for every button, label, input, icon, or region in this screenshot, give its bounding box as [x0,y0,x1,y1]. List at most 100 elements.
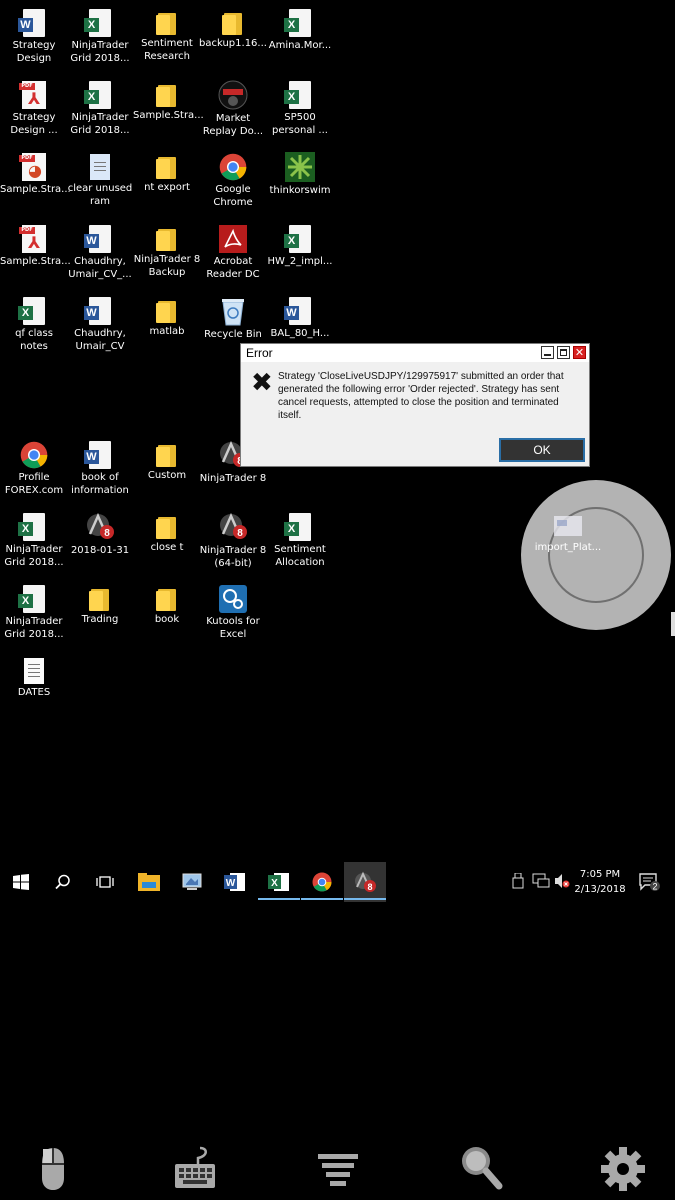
desktop-icon[interactable]: X NinjaTrader Grid 2018... [0,512,68,569]
word-icon: W [224,873,245,891]
desktop-icon-label: NinjaTrader Grid 2018... [4,544,64,568]
usb-icon[interactable] [512,872,524,892]
desktop-icon[interactable]: backup1.16... [199,8,267,50]
task-view-button[interactable] [84,862,126,902]
folder-icon [133,11,201,35]
desktop-icon[interactable]: Recycle Bin [199,296,267,341]
desktop-icon[interactable]: Kutools for Excel [199,584,267,641]
search-button[interactable] [42,862,84,902]
desktop-icon-label: Sample.Stra... [133,110,204,121]
desktop-icon[interactable]: Google Chrome [199,152,267,209]
desktop-icon[interactable]: Sentiment Research [133,8,201,63]
folder-icon [133,155,201,179]
desktop-icon[interactable]: Sample.Stra... [133,80,204,122]
menu-icon[interactable] [313,1142,363,1192]
taskbar-word[interactable]: W [214,862,256,902]
kutools-icon [199,585,267,613]
desktop-icon[interactable]: NinjaTrader 8 Backup [133,224,201,279]
desktop-icon[interactable]: X NinjaTrader Grid 2018... [66,8,134,65]
desktop-icon[interactable]: clear unused ram [66,152,134,208]
desktop-icon[interactable]: X NinjaTrader Grid 2018... [66,80,134,137]
desktop-icon[interactable]: PDF ◕ Sample.Stra... [0,152,71,196]
desktop-icon[interactable]: W Strategy Design [0,8,68,65]
taskbar-excel[interactable]: X [258,862,300,902]
taskbar-chrome[interactable] [301,862,343,902]
pdf-file-icon: PDF ⅄ [0,225,68,253]
desktop-icon[interactable]: X NinjaTrader Grid 2018... [0,584,68,641]
taskbar: W X 8 7:05 PM 2/13/2018 2 [0,862,675,902]
desktop-icon[interactable]: matlab [133,296,201,338]
ok-button[interactable]: OK [499,438,585,462]
settings-gear-icon[interactable] [598,1142,648,1192]
desktop-icon[interactable]: Xqf class notes [0,296,68,353]
action-center-button[interactable]: 2 [628,862,672,902]
desktop-icon[interactable]: X SP500 personal ... [266,80,334,137]
close-button[interactable]: ✕ [573,346,586,359]
desktop-icon-label: Custom [147,470,187,481]
keyboard-icon[interactable] [170,1142,220,1192]
floating-button-label: import_Plat... [534,542,602,553]
search-icon [55,874,70,890]
mouse-icon[interactable] [28,1142,78,1192]
word-file-icon: W [66,225,134,253]
chrome-icon [0,441,68,469]
pdf-file-icon: PDF ⅄ [0,81,68,109]
maximize-button[interactable] [557,346,570,359]
desktop-icon-label: DATES [17,687,51,698]
desktop-icon-label: Trading [81,614,119,625]
floating-drag-button[interactable]: import_Plat... [521,480,671,630]
desktop-icon[interactable]: PDF ⅄ Sample.Stra... [0,224,71,268]
desktop-icon-label: BAL_80_H... [270,328,330,339]
desktop-icon[interactable]: thinkorswim [266,152,334,197]
volume-muted-icon[interactable] [554,873,570,892]
desktop-icon[interactable]: 8 NinjaTrader 8 (64-bit) [199,512,267,570]
clock[interactable]: 7:05 PM 2/13/2018 [570,867,630,897]
desktop-icon-label: Recycle Bin [204,329,262,340]
desktop-icon[interactable]: Trading [66,584,134,626]
desktop-icon[interactable]: W Chaudhry, Umair_CV [66,296,134,353]
word-file-icon: W [266,297,334,325]
desktop-icon-label: Sample.Stra... [0,256,71,267]
network-icon[interactable] [532,873,550,892]
desktop-icon[interactable]: W Chaudhry, Umair_CV_... [66,224,134,281]
desktop-icon[interactable]: Custom [133,440,201,482]
excel-file-icon: X [266,81,334,109]
recycle-bin-icon [199,296,267,326]
desktop-icon-label: Sentiment Research [141,38,193,62]
desktop-icon[interactable]: X Amina.Mor... [266,8,334,52]
desktop-icon[interactable]: close t [133,512,201,554]
desktop-icon[interactable]: DATES [0,656,68,699]
desktop-icon[interactable]: X Sentiment Allocation [266,512,334,569]
taskbar-ninjatrader[interactable]: 8 [344,862,386,902]
desktop-icon-label: nt export [144,182,190,193]
folder-icon [133,443,201,467]
desktop-icon[interactable]: nt export [133,152,201,194]
minimize-button[interactable] [541,346,554,359]
taskbar-file-explorer[interactable] [128,862,170,902]
chrome-icon [312,872,332,892]
desktop-icon[interactable]: PDF ⅄ Strategy Design ... [0,80,68,137]
desktop-icon[interactable]: book [133,584,201,626]
desktop-icon-label: HW_2_impl... [267,256,333,267]
desktop-icon[interactable]: X HW_2_impl... [266,224,334,268]
desktop-icon[interactable]: Wbook of information [66,440,134,497]
desktop-icon-label: Amina.Mor... [268,40,332,51]
pdf-file-icon: PDF ◕ [0,153,68,181]
thinkorswim-icon [266,152,334,182]
taskbar-remote-desktop[interactable] [171,862,213,902]
desktop-icon[interactable]: 8 2018-01-31 [66,512,134,557]
dialog-titlebar[interactable]: Error ✕ [241,344,589,362]
svg-text:8: 8 [237,528,243,539]
desktop-icon[interactable]: Profile FOREX.com [0,440,68,497]
desktop-icon-label: Strategy Design ... [10,112,58,136]
zoom-icon[interactable] [455,1142,505,1192]
desktop-icon-label: Market Replay Do... [202,113,264,137]
market-replay-icon [199,80,267,110]
desktop-icon[interactable]: Market Replay Do... [199,80,267,138]
desktop-icon[interactable]: Acrobat Reader DC [199,224,267,281]
start-button[interactable] [0,862,42,902]
edge-handle[interactable] [671,612,675,636]
svg-text:W: W [226,878,236,889]
desktop-icon[interactable]: W BAL_80_H... [266,296,334,340]
desktop-icon-label: matlab [149,326,185,337]
